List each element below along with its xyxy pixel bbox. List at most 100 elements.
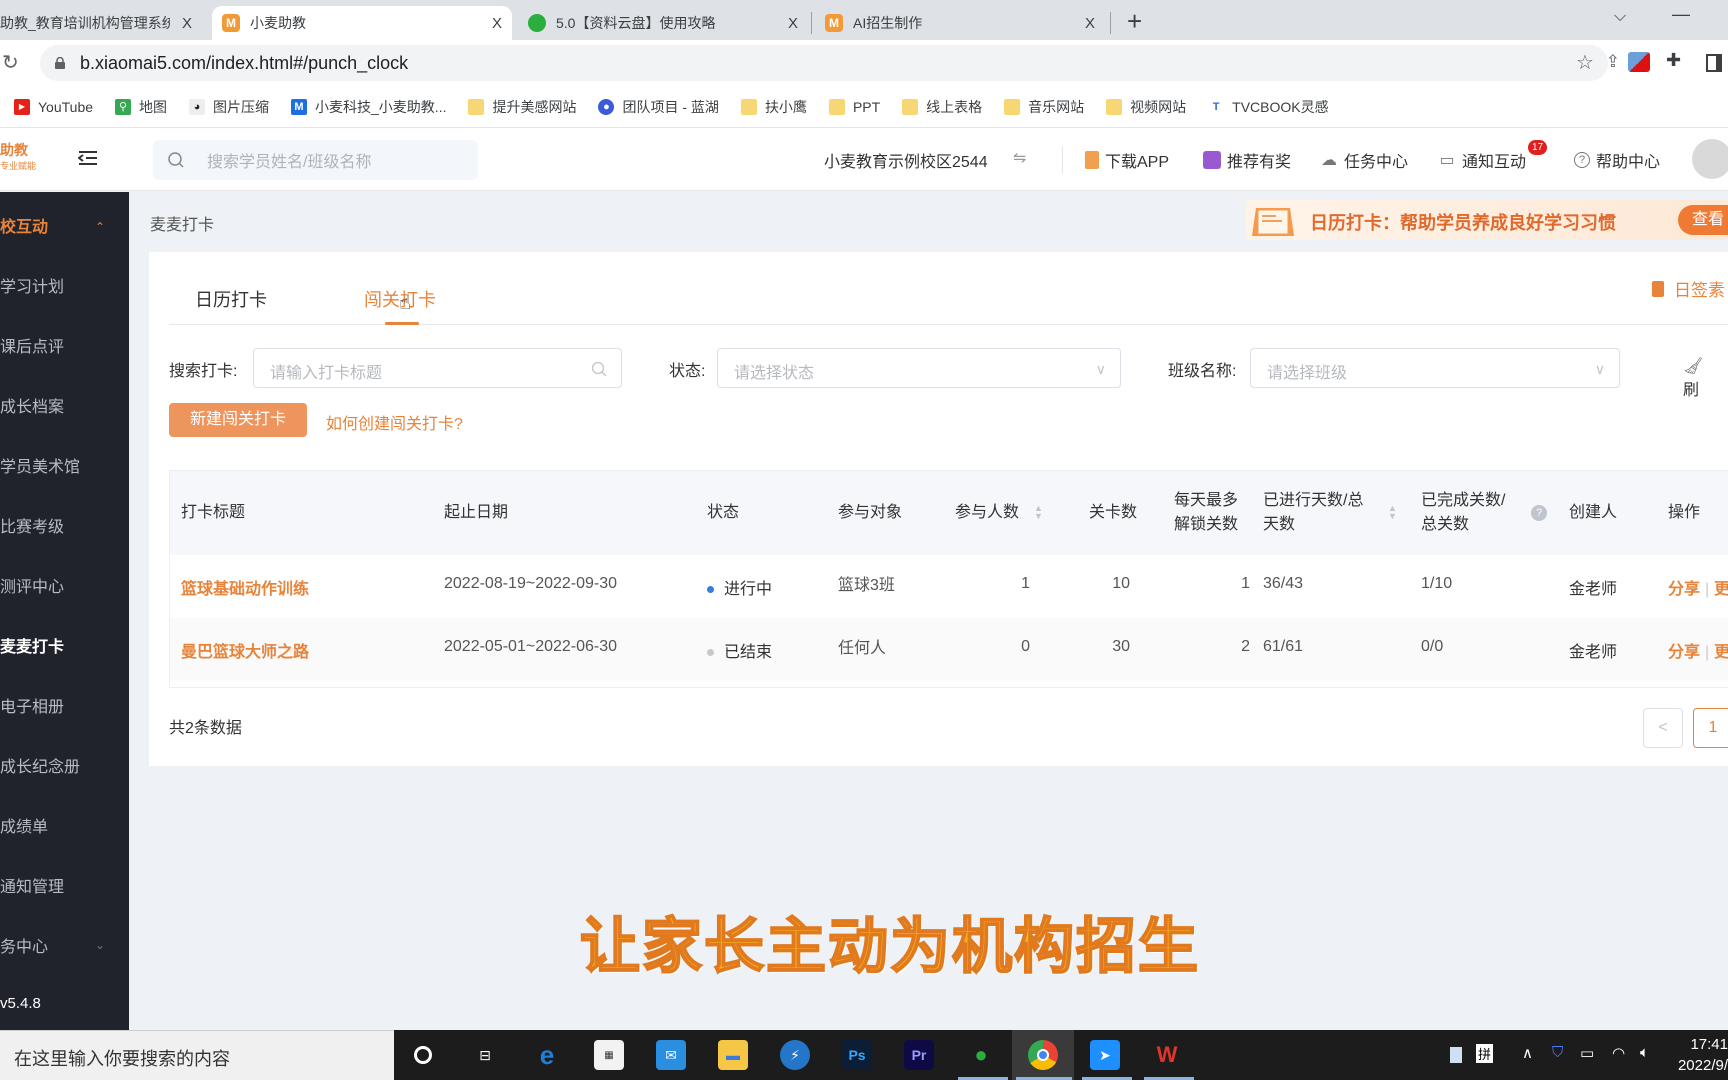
browser-tab[interactable]: 助教_教育培训机构管理系统 X — [0, 6, 202, 40]
cortana-icon[interactable] — [408, 1040, 438, 1070]
download-app-button[interactable]: 下载APP — [1085, 148, 1169, 172]
sidebar-item-notice-management[interactable]: 通知管理 — [0, 876, 64, 900]
photoshop-icon[interactable]: Ps — [842, 1040, 872, 1070]
bookmark-folder[interactable]: 扶小鹰 — [740, 97, 807, 117]
punch-title-link[interactable]: 曼巴篮球大师之路 — [181, 638, 309, 662]
avatar[interactable] — [1692, 139, 1728, 179]
tab-calendar-punch[interactable]: 日历打卡 — [195, 286, 267, 312]
sidebar-item-album[interactable]: 电子相册 — [0, 696, 64, 720]
taskbar-search-input[interactable]: 在这里输入你要搜索的内容 — [0, 1030, 394, 1080]
menu-collapse-icon[interactable] — [78, 150, 98, 166]
premiere-icon[interactable]: Pr — [904, 1040, 934, 1070]
bookmark-youtube[interactable]: ▶ YouTube — [14, 98, 93, 115]
bookmark-xiaomai[interactable]: M 小麦科技_小麦助教... — [291, 97, 446, 117]
close-tab-icon[interactable]: X — [788, 15, 798, 32]
prev-page-button[interactable]: < — [1643, 708, 1683, 748]
punch-title-link[interactable]: 篮球基础动作训练 — [181, 575, 309, 599]
sidebar-item-study-plan[interactable]: 学习计划 — [0, 276, 64, 300]
daily-sign-material-link[interactable]: 日签素 — [1652, 276, 1725, 301]
explorer-icon[interactable]: ▬ — [718, 1040, 748, 1070]
bookmark-folder[interactable]: 音乐网站 — [1004, 97, 1084, 117]
sidebar-item-competition[interactable]: 比赛考级 — [0, 516, 64, 540]
minimize-button[interactable]: — — [1672, 4, 1690, 25]
sidebar-item-growth-file[interactable]: 成长档案 — [0, 396, 64, 420]
edge-icon[interactable]: e — [532, 1040, 562, 1070]
class-select[interactable]: 请选择班级 ∨ — [1250, 348, 1620, 388]
sidebar-item-class-review[interactable]: 课后点评 — [0, 336, 64, 360]
student-search-input[interactable]: 搜索学员姓名/班级名称 — [153, 140, 478, 180]
omnibox[interactable]: b.xiaomai5.com/index.html#/punch_clock ⇪ — [40, 45, 1620, 81]
promo-banner[interactable]: 日历打卡：帮助学员养成良好学习习惯 查看 — [1246, 200, 1728, 240]
col-participants[interactable]: 参与人数 — [955, 501, 1019, 525]
extension-icon[interactable] — [1628, 52, 1650, 72]
share-link[interactable]: 分享 — [1668, 644, 1700, 661]
help-center-button[interactable]: ? 帮助中心 — [1574, 148, 1660, 172]
battery-icon[interactable]: ▭ — [1580, 1044, 1594, 1062]
ime-indicator[interactable]: 拼 — [1476, 1044, 1494, 1063]
document-tray-icon[interactable] — [1450, 1047, 1462, 1063]
punch-title-search-input[interactable]: 请输入打卡标题 — [253, 348, 622, 388]
sort-icon[interactable]: ▲ ▼ — [1388, 504, 1397, 521]
close-tab-icon[interactable]: X — [1085, 15, 1095, 32]
wps-icon[interactable]: W — [1152, 1040, 1182, 1070]
url-text[interactable]: b.xiaomai5.com/index.html#/punch_clock — [80, 53, 408, 74]
more-link[interactable]: 更 — [1714, 644, 1728, 661]
bookmark-maps[interactable]: ⚲ 地图 — [115, 97, 167, 117]
browser-tab[interactable]: M AI招生制作 X — [815, 6, 1105, 40]
show-hidden-icons[interactable]: ∧ — [1522, 1044, 1533, 1062]
switch-campus-icon[interactable]: ⇋ — [1013, 148, 1026, 168]
campus-name[interactable]: 小麦教育示例校区2544 — [824, 148, 988, 172]
sidebar-item-punch-clock[interactable]: 麦麦打卡 — [0, 636, 64, 660]
how-to-create-link[interactable]: 如何创建闯关打卡? — [326, 410, 463, 434]
close-tab-icon[interactable]: X — [492, 15, 502, 32]
thunder-icon[interactable]: ⚡ — [780, 1040, 810, 1070]
browser-tab-active[interactable]: M 小麦助教 X — [212, 6, 512, 40]
close-tab-icon[interactable]: X — [182, 15, 192, 32]
help-icon[interactable]: ? — [1531, 505, 1547, 521]
share-icon[interactable]: ⇪ — [1606, 52, 1620, 72]
bookmark-folder[interactable]: 线上表格 — [902, 97, 982, 117]
promo-view-button[interactable]: 查看 — [1678, 205, 1728, 235]
referral-button[interactable]: 推荐有奖 — [1203, 148, 1291, 172]
task-view-icon[interactable]: ⊟ — [470, 1040, 500, 1070]
reset-filters-button[interactable]: 🧹︎ 刷 — [1683, 356, 1728, 400]
chrome-icon[interactable] — [1028, 1040, 1058, 1070]
more-link[interactable]: 更 — [1714, 581, 1728, 598]
col-days[interactable]: 已进行天数/总天数 — [1263, 489, 1378, 537]
bookmark-folder[interactable]: PPT — [828, 98, 880, 115]
clock[interactable]: 17:41 2022/9/ — [1668, 1034, 1728, 1076]
sidebar-group-service-center[interactable]: 务中心 — [0, 936, 48, 960]
search-icon[interactable] — [591, 361, 607, 377]
reload-icon[interactable]: ↻ — [2, 50, 19, 75]
side-panel-icon[interactable] — [1706, 54, 1722, 72]
feishu-icon[interactable]: ➤ — [1090, 1040, 1120, 1070]
chevron-down-icon[interactable]: ⌄ — [95, 938, 105, 952]
bookmark-folder[interactable]: 视频网站 — [1106, 97, 1186, 117]
store-icon[interactable]: ▦ — [594, 1040, 624, 1070]
notifications-button[interactable]: ▭ 通知互动 — [1438, 148, 1526, 172]
sidebar-item-memorial-book[interactable]: 成长纪念册 — [0, 756, 80, 780]
sort-icon[interactable]: ▲ ▼ — [1034, 504, 1043, 521]
browser-tab[interactable]: 5.0【资料云盘】使用攻略 X — [518, 6, 808, 40]
bookmark-tvcbook[interactable]: T TVCBOOK灵感 — [1208, 97, 1329, 117]
page-1-button[interactable]: 1 — [1693, 708, 1728, 748]
sidebar-item-art-gallery[interactable]: 学员美术馆 — [0, 456, 80, 480]
sidebar-group-home-school[interactable]: 校互动 — [0, 216, 48, 240]
wechat-icon[interactable]: ● — [966, 1040, 996, 1070]
bookmark-image-compress[interactable]: ◕ 图片压缩 — [189, 97, 269, 117]
security-shield-icon[interactable]: ⛉ — [1552, 1044, 1563, 1061]
bookmark-folder[interactable]: 提升美感网站 — [468, 97, 576, 117]
sidebar-item-report-card[interactable]: 成绩单 — [0, 816, 48, 840]
share-link[interactable]: 分享 — [1668, 581, 1700, 598]
bookmark-lanhu[interactable]: ● 团队项目 - 蓝湖 — [598, 97, 719, 117]
volume-icon[interactable]: 🔈︎ — [1640, 1044, 1649, 1061]
status-select[interactable]: 请选择状态 ∨ — [717, 348, 1121, 388]
logo[interactable]: 助教 专业赋能 — [0, 142, 36, 174]
task-center-button[interactable]: ☁ 任务中心 — [1320, 148, 1408, 172]
mail-icon[interactable]: ✉ — [656, 1040, 686, 1070]
new-level-punch-button[interactable]: 新建闯关打卡 — [169, 403, 307, 437]
chevron-up-icon[interactable]: ⌃ — [95, 220, 105, 234]
tab-search-chevron-icon[interactable]: ⌵ — [1614, 8, 1626, 26]
puzzle-icon[interactable]: ✚ — [1666, 50, 1681, 71]
sidebar-item-assessment[interactable]: 测评中心 — [0, 576, 64, 600]
